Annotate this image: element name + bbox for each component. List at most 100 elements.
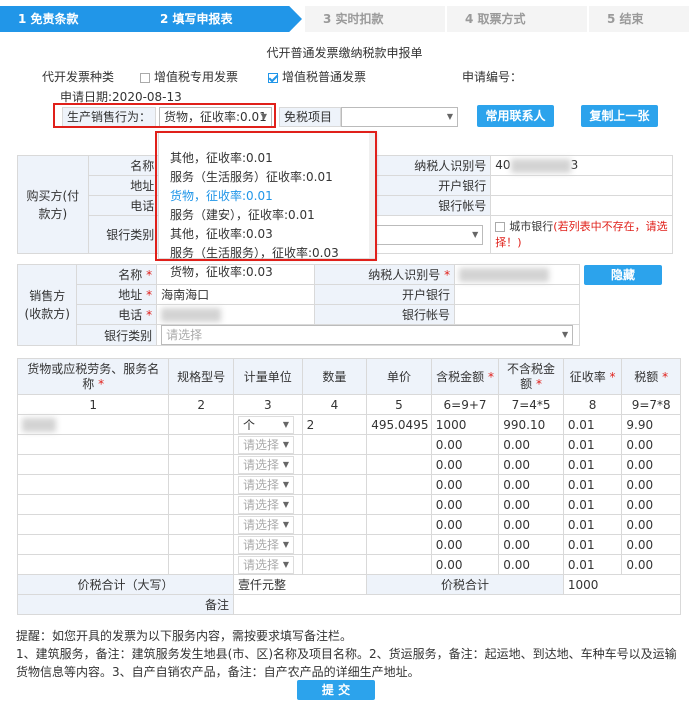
goods-name-cell[interactable]	[16, 474, 170, 495]
seller-bank-type-cell[interactable]: 请选择 ▼	[156, 324, 581, 346]
step-1: 1 免责条款	[0, 6, 142, 32]
goods-amount-cell[interactable]: 0.00	[430, 434, 500, 455]
chevron-down-icon: ▼	[282, 419, 289, 429]
goods-spec-cell[interactable]	[168, 454, 234, 475]
goods-price-cell[interactable]	[366, 474, 432, 495]
special-invoice-option[interactable]: 增值税专用发票	[140, 68, 238, 85]
goods-spec-cell[interactable]	[168, 414, 234, 435]
total-label: 价税合计	[366, 574, 564, 595]
goods-spec-cell[interactable]	[168, 474, 234, 495]
goods-amount-cell[interactable]: 0.00	[430, 534, 500, 555]
goods-spec-cell[interactable]	[168, 554, 234, 575]
dropdown-option[interactable]: 货物，征收率:0.03	[170, 263, 273, 280]
goods-rate-cell: 0.01	[562, 554, 623, 575]
unit-select[interactable]: 请选择 ▼	[237, 495, 294, 514]
goods-qty-cell[interactable]	[301, 554, 368, 575]
goods-name-cell[interactable]	[16, 534, 170, 555]
unit-select[interactable]: 个 ▼	[237, 415, 294, 434]
goods-unit-cell[interactable]: 请选择 ▼	[232, 494, 303, 515]
buyer-taxid-cell[interactable]: 40 3	[490, 155, 673, 176]
goods-price-cell[interactable]	[366, 514, 432, 535]
goods-unit-cell[interactable]: 请选择 ▼	[232, 434, 303, 455]
buyer-bank-cell[interactable]	[490, 175, 673, 196]
goods-qty-cell[interactable]	[301, 494, 368, 515]
unit-select[interactable]: 请选择 ▼	[237, 475, 294, 494]
seller-name-label: 名称 *	[76, 264, 158, 285]
unit-value: 请选择	[242, 477, 279, 492]
goods-unit-cell[interactable]: 个 ▼	[232, 414, 303, 435]
special-invoice-checkbox[interactable]	[140, 72, 150, 83]
hide-button[interactable]: 隐藏	[584, 264, 663, 285]
goods-price-cell[interactable]	[366, 454, 432, 475]
seller-bank-type-select[interactable]: 请选择 ▼	[161, 325, 574, 345]
normal-invoice-option[interactable]: 增值税普通发票	[268, 68, 366, 85]
exempt-select[interactable]: ▼	[341, 107, 458, 127]
submit-button[interactable]: 提 交	[297, 680, 375, 700]
goods-name-cell[interactable]	[16, 414, 170, 435]
goods-qty-cell[interactable]	[301, 434, 368, 455]
goods-name-cell[interactable]	[16, 454, 170, 475]
unit-select[interactable]: 请选择 ▼	[237, 455, 294, 474]
city-bank-cell[interactable]: 城市银行(若列表中不存在，请选择！)	[490, 215, 673, 254]
goods-amount-cell[interactable]: 0.00	[430, 554, 500, 575]
contacts-button[interactable]: 常用联系人	[477, 105, 554, 127]
goods-spec-cell[interactable]	[168, 434, 234, 455]
goods-unit-cell[interactable]: 请选择 ▼	[232, 554, 303, 575]
goods-spec-cell[interactable]	[168, 494, 234, 515]
goods-amount-cell[interactable]: 0.00	[430, 514, 500, 535]
copy-previous-button[interactable]: 复制上一张	[581, 105, 658, 127]
goods-tax-cell: 0.00	[621, 494, 681, 515]
goods-row: 请选择 ▼ 0.00 0.00 0.01 0.00	[16, 534, 681, 555]
goods-name-cell[interactable]	[16, 434, 170, 455]
goods-unit-cell[interactable]: 请选择 ▼	[232, 534, 303, 555]
unit-value: 请选择	[242, 497, 279, 512]
seller-phone-cell[interactable]	[156, 304, 316, 325]
goods-tax-cell: 0.00	[621, 454, 681, 475]
chevron-down-icon: ▼	[472, 229, 479, 239]
goods-price-cell[interactable]	[366, 554, 432, 575]
goods-name-cell[interactable]	[16, 554, 170, 575]
exempt-label: 免税项目	[279, 107, 341, 127]
buyer-bank-type-label: 银行类别	[87, 215, 160, 254]
goods-amount-cell[interactable]: 0.00	[430, 454, 500, 475]
seller-address-cell[interactable]: 海南海口	[156, 284, 316, 305]
goods-spec-cell[interactable]	[168, 534, 234, 555]
seller-taxid-cell[interactable]	[454, 264, 581, 285]
goods-unit-cell[interactable]: 请选择 ▼	[232, 454, 303, 475]
notice-detail: 1、建筑服务，备注：建筑服务发生地县(市、区)名称及项目名称。2、货运服务，备注…	[16, 647, 677, 679]
goods-qty-cell[interactable]	[301, 534, 368, 555]
goods-price-cell[interactable]	[366, 434, 432, 455]
goods-qty-cell[interactable]: 2	[301, 414, 368, 435]
goods-unit-cell[interactable]: 请选择 ▼	[232, 474, 303, 495]
goods-amount-cell[interactable]: 1000	[430, 414, 500, 435]
unit-select[interactable]: 请选择 ▼	[237, 555, 294, 574]
goods-qty-cell[interactable]	[301, 454, 368, 475]
goods-name-cell[interactable]	[16, 514, 170, 535]
remark-cell[interactable]	[232, 594, 682, 615]
goods-unit-cell[interactable]: 请选择 ▼	[232, 514, 303, 535]
goods-price-cell[interactable]	[366, 494, 432, 515]
goods-amount-cell[interactable]: 0.00	[430, 474, 500, 495]
goods-amount-cell[interactable]: 0.00	[430, 494, 500, 515]
goods-price-cell[interactable]	[366, 534, 432, 555]
goods-rate-cell: 0.01	[562, 534, 623, 555]
total-value: 1000	[562, 574, 682, 595]
goods-qty-cell[interactable]	[301, 474, 368, 495]
goods-price-cell[interactable]: 495.0495	[366, 414, 432, 435]
normal-invoice-checkbox[interactable]	[268, 72, 278, 83]
unit-value: 请选择	[242, 517, 279, 532]
seller-account-cell[interactable]	[454, 304, 581, 325]
city-bank-label: 城市银行	[509, 219, 554, 233]
seller-account-label: 银行帐号	[314, 304, 456, 325]
goods-tax-cell: 0.00	[621, 474, 681, 495]
seller-bank-cell[interactable]	[454, 284, 581, 305]
buyer-account-cell[interactable]	[490, 195, 673, 216]
goods-name-cell[interactable]	[16, 494, 170, 515]
goods-qty-cell[interactable]	[301, 514, 368, 535]
city-bank-checkbox[interactable]	[495, 221, 506, 232]
goods-spec-cell[interactable]	[168, 514, 234, 535]
unit-value: 请选择	[242, 537, 279, 552]
unit-select[interactable]: 请选择 ▼	[237, 515, 294, 534]
unit-select[interactable]: 请选择 ▼	[237, 535, 294, 554]
unit-select[interactable]: 请选择 ▼	[237, 435, 294, 454]
